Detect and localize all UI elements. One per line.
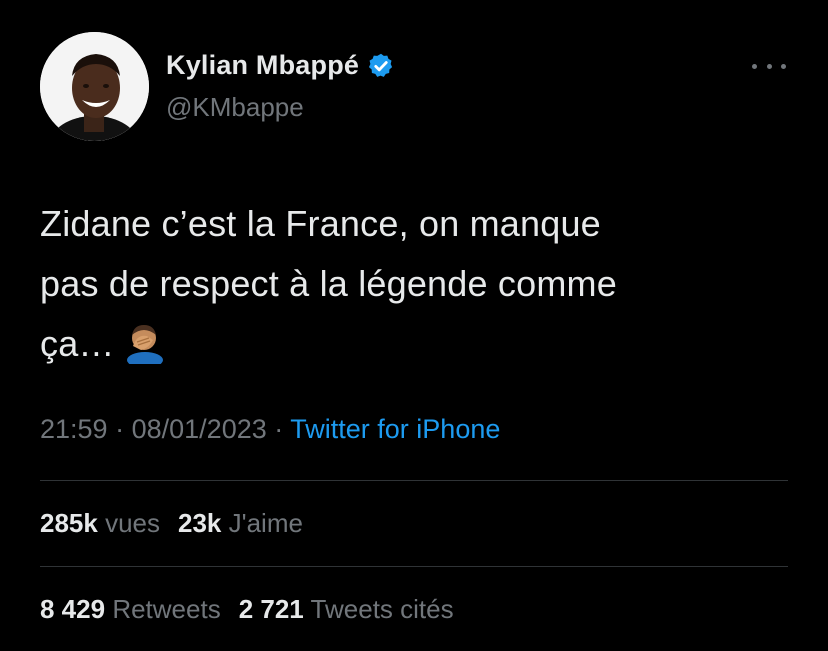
tweet-time[interactable]: 21:59 xyxy=(40,414,108,444)
tweet-line: Zidane c’est la France, on manque xyxy=(40,203,601,244)
tweet-meta: 21:59 · 08/01/2023 · Twitter for iPhone xyxy=(40,414,500,445)
author-handle[interactable]: @KMbappe xyxy=(166,92,304,123)
author-row: Kylian Mbappé xyxy=(166,50,395,81)
likes-count: 23k xyxy=(178,508,222,538)
tweet-line-text: ça… xyxy=(40,323,115,364)
divider xyxy=(40,566,788,567)
tweet-date[interactable]: 08/01/2023 xyxy=(132,414,267,444)
stats-row-views-likes: 285k vues 23k J'aime xyxy=(40,508,303,539)
meta-separator: · xyxy=(115,414,125,444)
views-stat[interactable]: 285k vues xyxy=(40,508,160,538)
views-label: vues xyxy=(105,508,160,538)
retweets-label: Retweets xyxy=(112,594,221,624)
likes-label: J'aime xyxy=(228,508,303,538)
more-options-icon[interactable] xyxy=(752,54,786,78)
divider xyxy=(40,480,788,481)
meta-separator: · xyxy=(274,414,284,444)
retweets-count: 8 429 xyxy=(40,594,106,624)
avatar-image xyxy=(40,32,149,141)
quotes-count: 2 721 xyxy=(238,594,304,624)
tweet-line-last: ça… xyxy=(40,314,780,374)
tweet-line: pas de respect à la légende comme xyxy=(40,263,617,304)
quotes-stat[interactable]: 2 721 Tweets cités xyxy=(239,594,454,624)
likes-stat[interactable]: 23k J'aime xyxy=(178,508,303,538)
views-count: 285k xyxy=(40,508,98,538)
quotes-label: Tweets cités xyxy=(310,594,454,624)
tweet-source-link[interactable]: Twitter for iPhone xyxy=(290,414,500,444)
tweet-text: Zidane c’est la France, on manque pas de… xyxy=(40,194,780,374)
stats-row-retweets-quotes: 8 429 Retweets 2 721 Tweets cités xyxy=(40,594,454,625)
verified-badge-icon xyxy=(369,53,393,77)
avatar[interactable] xyxy=(40,32,149,141)
man-facepalming-emoji-icon xyxy=(126,325,163,364)
retweets-stat[interactable]: 8 429 Retweets xyxy=(40,594,221,624)
dot xyxy=(781,63,786,69)
dot xyxy=(752,63,757,69)
author-name[interactable]: Kylian Mbappé xyxy=(166,50,359,81)
dot xyxy=(766,63,772,69)
